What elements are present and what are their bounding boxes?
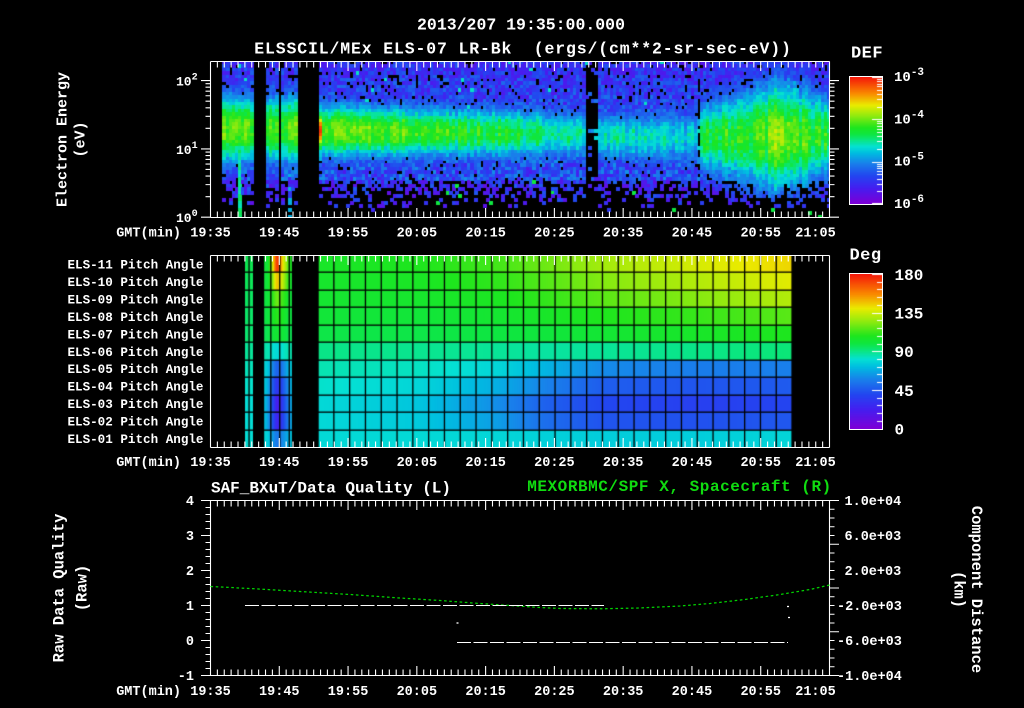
svg-text:DEF: DEF <box>851 45 883 64</box>
svg-text:20:15: 20:15 <box>465 456 506 471</box>
svg-text:20:45: 20:45 <box>672 227 713 242</box>
svg-text:SAF_BXuT/Data Quality (L): SAF_BXuT/Data Quality (L) <box>211 480 451 498</box>
svg-text:20:05: 20:05 <box>397 227 438 242</box>
svg-text:ELS-08 Pitch Angle: ELS-08 Pitch Angle <box>67 311 203 325</box>
svg-text:ELS-01 Pitch Angle: ELS-01 Pitch Angle <box>67 433 203 447</box>
svg-text:135: 135 <box>895 306 924 324</box>
svg-text:20:25: 20:25 <box>534 685 575 700</box>
svg-text:100: 100 <box>176 209 198 226</box>
svg-text:ELS-06 Pitch Angle: ELS-06 Pitch Angle <box>67 346 203 360</box>
svg-text:-1: -1 <box>178 670 194 685</box>
svg-text:2: 2 <box>186 565 194 580</box>
svg-text:20:25: 20:25 <box>534 456 575 471</box>
svg-text:0: 0 <box>186 635 194 650</box>
svg-text:GMT(min): GMT(min) <box>116 227 181 242</box>
svg-text:-2.0e+03: -2.0e+03 <box>837 600 902 615</box>
svg-text:4: 4 <box>186 495 194 510</box>
svg-text:90: 90 <box>895 344 914 362</box>
svg-text:19:45: 19:45 <box>259 456 300 471</box>
svg-text:20:55: 20:55 <box>740 227 781 242</box>
svg-text:2.0e+03: 2.0e+03 <box>845 565 902 580</box>
svg-text:19:45: 19:45 <box>259 685 300 700</box>
svg-text:10-4: 10-4 <box>894 109 924 128</box>
svg-text:20:55: 20:55 <box>740 685 781 700</box>
svg-text:10-5: 10-5 <box>894 152 924 171</box>
svg-text:Deg: Deg <box>849 247 881 266</box>
svg-text:21:05: 21:05 <box>795 227 836 242</box>
svg-text:19:45: 19:45 <box>259 227 300 242</box>
svg-text:19:35: 19:35 <box>190 227 231 242</box>
svg-text:20:05: 20:05 <box>397 456 438 471</box>
svg-text:20:05: 20:05 <box>397 685 438 700</box>
svg-text:MEXORBMC/SPF X, Spacecraft (R): MEXORBMC/SPF X, Spacecraft (R) <box>527 478 832 496</box>
svg-text:GMT(min): GMT(min) <box>116 456 181 471</box>
svg-text:ELS-07 Pitch Angle: ELS-07 Pitch Angle <box>67 328 203 342</box>
svg-text:ELS-11 Pitch Angle: ELS-11 Pitch Angle <box>67 259 203 273</box>
svg-text:ELS-09 Pitch Angle: ELS-09 Pitch Angle <box>67 293 203 307</box>
svg-text:21:05: 21:05 <box>795 456 836 471</box>
svg-text:(eV): (eV) <box>73 121 90 157</box>
svg-text:20:35: 20:35 <box>603 456 644 471</box>
svg-text:Raw Data Quality: Raw Data Quality <box>51 514 69 663</box>
svg-text:(km): (km) <box>950 571 968 608</box>
svg-text:20:35: 20:35 <box>603 227 644 242</box>
svg-text:20:15: 20:15 <box>465 685 506 700</box>
svg-text:GMT(min): GMT(min) <box>116 685 181 700</box>
svg-text:10-6: 10-6 <box>894 194 924 213</box>
svg-text:20:15: 20:15 <box>465 227 506 242</box>
svg-text:102: 102 <box>176 73 198 90</box>
svg-text:ELSSCIL/MEx ELS-07 LR-Bk (erg: ELSSCIL/MEx ELS-07 LR-Bk (ergs/(cm**2-sr… <box>254 40 792 59</box>
svg-text:-6.0e+03: -6.0e+03 <box>837 635 902 650</box>
svg-text:19:35: 19:35 <box>190 456 231 471</box>
svg-text:20:45: 20:45 <box>672 456 713 471</box>
svg-text:21:05: 21:05 <box>795 685 836 700</box>
svg-text:180: 180 <box>895 267 924 285</box>
svg-text:-1.0e+04: -1.0e+04 <box>837 670 902 685</box>
svg-text:1.0e+04: 1.0e+04 <box>845 495 902 510</box>
svg-text:2013/207 19:35:00.000: 2013/207 19:35:00.000 <box>417 16 625 35</box>
svg-text:10-3: 10-3 <box>894 67 924 86</box>
svg-text:ELS-04 Pitch Angle: ELS-04 Pitch Angle <box>67 381 203 395</box>
svg-text:20:35: 20:35 <box>603 685 644 700</box>
svg-text:ELS-05 Pitch Angle: ELS-05 Pitch Angle <box>67 363 203 377</box>
svg-text:101: 101 <box>176 141 198 158</box>
svg-text:19:35: 19:35 <box>190 685 231 700</box>
svg-text:Electron Energy: Electron Energy <box>55 72 72 207</box>
svg-text:ELS-10 Pitch Angle: ELS-10 Pitch Angle <box>67 276 203 290</box>
svg-text:19:55: 19:55 <box>328 227 369 242</box>
svg-text:19:55: 19:55 <box>328 685 369 700</box>
svg-text:20:55: 20:55 <box>740 456 781 471</box>
svg-text:20:25: 20:25 <box>534 227 575 242</box>
svg-text:6.0e+03: 6.0e+03 <box>845 530 902 545</box>
svg-text:0: 0 <box>895 421 905 439</box>
svg-text:Component Distance: Component Distance <box>967 506 985 673</box>
svg-text:1: 1 <box>186 600 194 615</box>
svg-text:45: 45 <box>895 383 914 401</box>
svg-text:ELS-03 Pitch Angle: ELS-03 Pitch Angle <box>67 398 203 412</box>
svg-text:(Raw): (Raw) <box>74 565 92 612</box>
svg-text:20:45: 20:45 <box>672 685 713 700</box>
svg-text:19:55: 19:55 <box>328 456 369 471</box>
svg-text:ELS-02 Pitch Angle: ELS-02 Pitch Angle <box>67 416 203 430</box>
svg-text:3: 3 <box>186 530 194 545</box>
